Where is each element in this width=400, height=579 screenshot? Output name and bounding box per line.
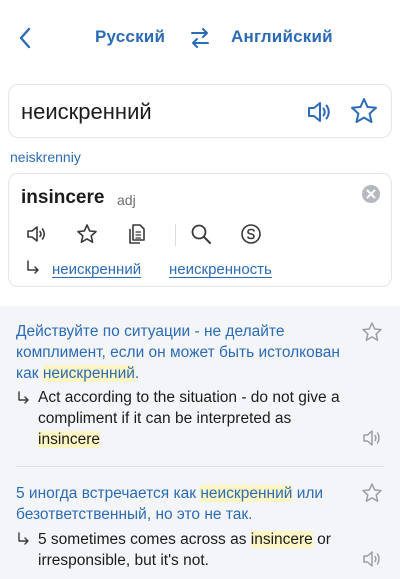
transliteration: neiskrenniy <box>10 149 81 165</box>
toolbar-divider <box>175 224 176 246</box>
copy-icon[interactable] <box>125 222 149 246</box>
translation-word[interactable]: insincere <box>21 187 104 209</box>
related-word-link[interactable]: неискренность <box>169 261 272 278</box>
favorite-star-icon[interactable] <box>360 481 384 505</box>
reply-arrow-icon <box>18 391 29 404</box>
search-icon[interactable] <box>189 222 213 246</box>
example-divider <box>16 466 384 467</box>
favorite-star-icon[interactable] <box>75 222 99 246</box>
example-highlight: неискренний <box>200 485 293 502</box>
target-language-button[interactable]: Английский <box>231 27 333 47</box>
example-highlight: insincere <box>250 531 313 548</box>
search-query-text[interactable]: неискренний <box>21 99 152 125</box>
speaker-icon[interactable] <box>361 427 383 449</box>
speaker-icon[interactable] <box>25 222 49 246</box>
example-source-text: Действуйте по ситуации - не делайте комп… <box>16 323 340 382</box>
back-chevron-icon[interactable] <box>14 24 38 52</box>
swap-languages-icon[interactable] <box>187 25 213 51</box>
example-highlight: неискренний <box>42 365 135 382</box>
reply-arrow-icon <box>27 260 39 274</box>
example-source-text: 5 иногда встречается как неискренний или… <box>16 485 324 523</box>
search-field[interactable]: неискренний <box>8 84 392 138</box>
close-icon[interactable] <box>361 184 381 204</box>
speaker-icon[interactable] <box>305 98 333 126</box>
favorite-star-icon[interactable] <box>349 96 379 126</box>
source-language-button[interactable]: Русский <box>95 27 165 47</box>
example-highlight: insincere <box>38 431 101 448</box>
example-translation-text: 5 sometimes comes across as insincere or… <box>38 531 331 569</box>
reply-arrow-icon <box>18 532 29 545</box>
related-word-link[interactable]: неискренний <box>52 261 141 278</box>
part-of-speech: adj <box>117 192 136 208</box>
speaker-icon[interactable] <box>361 548 383 570</box>
example-translation-text: Act according to the situation - do not … <box>38 389 340 448</box>
favorite-star-icon[interactable] <box>360 320 384 344</box>
translation-card: insincere adj неискренний неискренность <box>8 173 392 287</box>
synonyms-icon[interactable] <box>239 222 263 246</box>
